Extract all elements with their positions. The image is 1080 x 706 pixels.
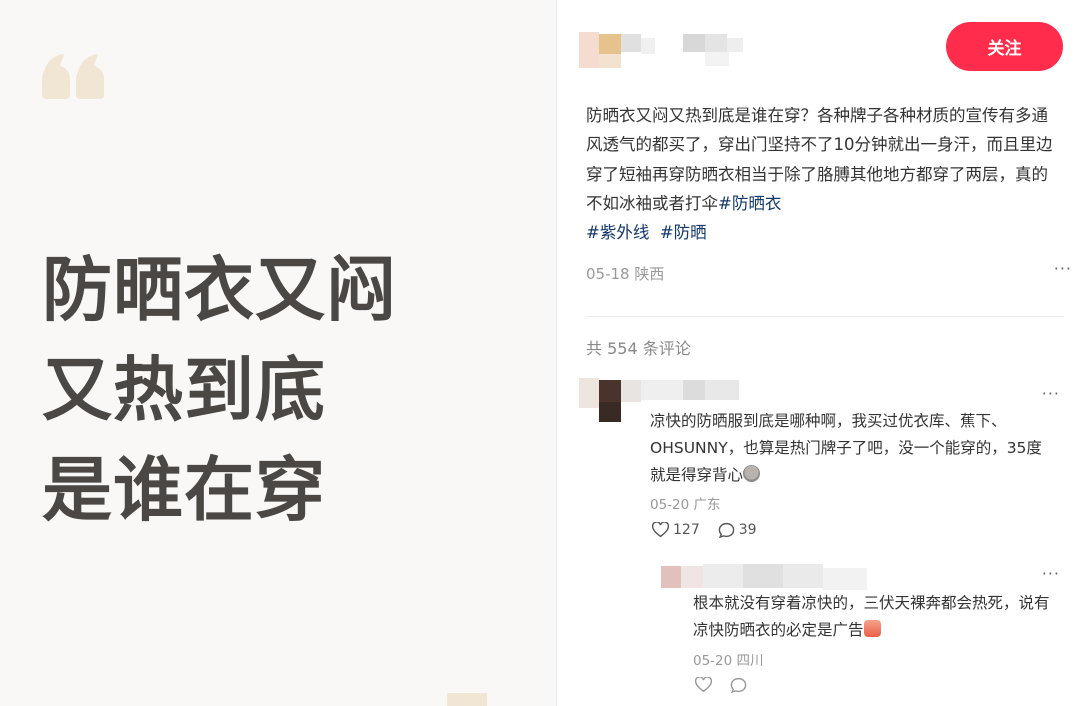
note-image-title-line: 防晒衣又闷: [42, 249, 397, 331]
post-text: 防晒衣又闷又热到底是谁在穿？各种牌子各种材质的宣传有多通风透气的都买了，穿出门坚…: [586, 106, 1053, 213]
comment-text-content: 凉快的防晒服到底是哪种啊，我买过优衣库、蕉下、OHSUNNY，也算是热门牌子了吧…: [650, 412, 1042, 484]
reply-count: 39: [738, 522, 757, 538]
like-count: 127: [673, 522, 700, 538]
quote-mark-icon: [40, 50, 106, 114]
post-meta: 05-18 陕西 ···: [586, 259, 1072, 287]
decorative-block: [447, 693, 487, 706]
divider: [586, 316, 1064, 317]
reply-actions-partial: [695, 677, 759, 693]
note-image-title-line: 又热到底: [42, 349, 326, 431]
reply-button[interactable]: [730, 677, 747, 693]
post-date-location: 05-18 陕西: [586, 265, 665, 283]
note-image-title-line: 是谁在穿: [42, 449, 326, 531]
author-row: 关注: [557, 0, 1080, 95]
heart-icon: [652, 522, 669, 538]
post-description: 防晒衣又闷又热到底是谁在穿？各种牌子各种材质的宣传有多通风透气的都买了，穿出门坚…: [586, 101, 1056, 247]
comment-date-location: 05-20 广东: [650, 497, 721, 513]
crying-emoji-icon: [863, 620, 881, 637]
reply-button[interactable]: 39: [718, 522, 757, 538]
note-image-title: 防晒衣又闷 又热到底 是谁在穿: [42, 240, 522, 540]
like-button[interactable]: [695, 677, 712, 693]
hashtag-link[interactable]: #防晒衣: [718, 194, 781, 213]
sweat-emoji-icon: [743, 465, 761, 482]
reply-more-icon[interactable]: ···: [1042, 564, 1060, 583]
note-image-panel[interactable]: 防晒衣又闷 又热到底 是谁在穿: [0, 0, 557, 706]
comment-more-icon[interactable]: ···: [1042, 384, 1060, 403]
comment-text: 凉快的防晒服到底是哪种啊，我买过优衣库、蕉下、OHSUNNY，也算是热门牌子了吧…: [650, 408, 1050, 489]
chat-bubble-icon: [718, 522, 735, 538]
heart-icon: [695, 677, 712, 693]
note-content-panel: 关注 防晒衣又闷又热到底是谁在穿？各种牌子各种材质的宣传有多通风透气的都买了，穿…: [557, 0, 1080, 706]
like-button[interactable]: 127: [652, 522, 700, 538]
comment-actions: 127 39: [652, 522, 769, 538]
hashtag-link[interactable]: #防晒: [660, 223, 707, 242]
follow-button[interactable]: 关注: [946, 22, 1063, 71]
note-detail-page: 防晒衣又闷 又热到底 是谁在穿 关注 防晒衣又闷又热到底是谁在穿？各种牌子各种材…: [0, 0, 1080, 706]
reply-text: 根本就没有穿着凉快的，三伏天裸奔都会热死，说有凉快防晒衣的必定是广告: [693, 590, 1058, 644]
reply-date-location: 05-20 四川: [693, 653, 764, 669]
comment-item: ··· 凉快的防晒服到底是哪种啊，我买过优衣库、蕉下、OHSUNNY，也算是热门…: [557, 378, 1080, 548]
comment-count: 共 554 条评论: [586, 339, 691, 358]
chat-bubble-icon: [730, 677, 747, 693]
more-options-icon[interactable]: ···: [1054, 259, 1072, 278]
reply-item: ··· 根本就没有穿着凉快的，三伏天裸奔都会热死，说有凉快防晒衣的必定是广告 0…: [557, 556, 1080, 706]
author-info-pixelated[interactable]: [579, 28, 749, 70]
hashtag-link[interactable]: #紫外线: [586, 223, 649, 242]
